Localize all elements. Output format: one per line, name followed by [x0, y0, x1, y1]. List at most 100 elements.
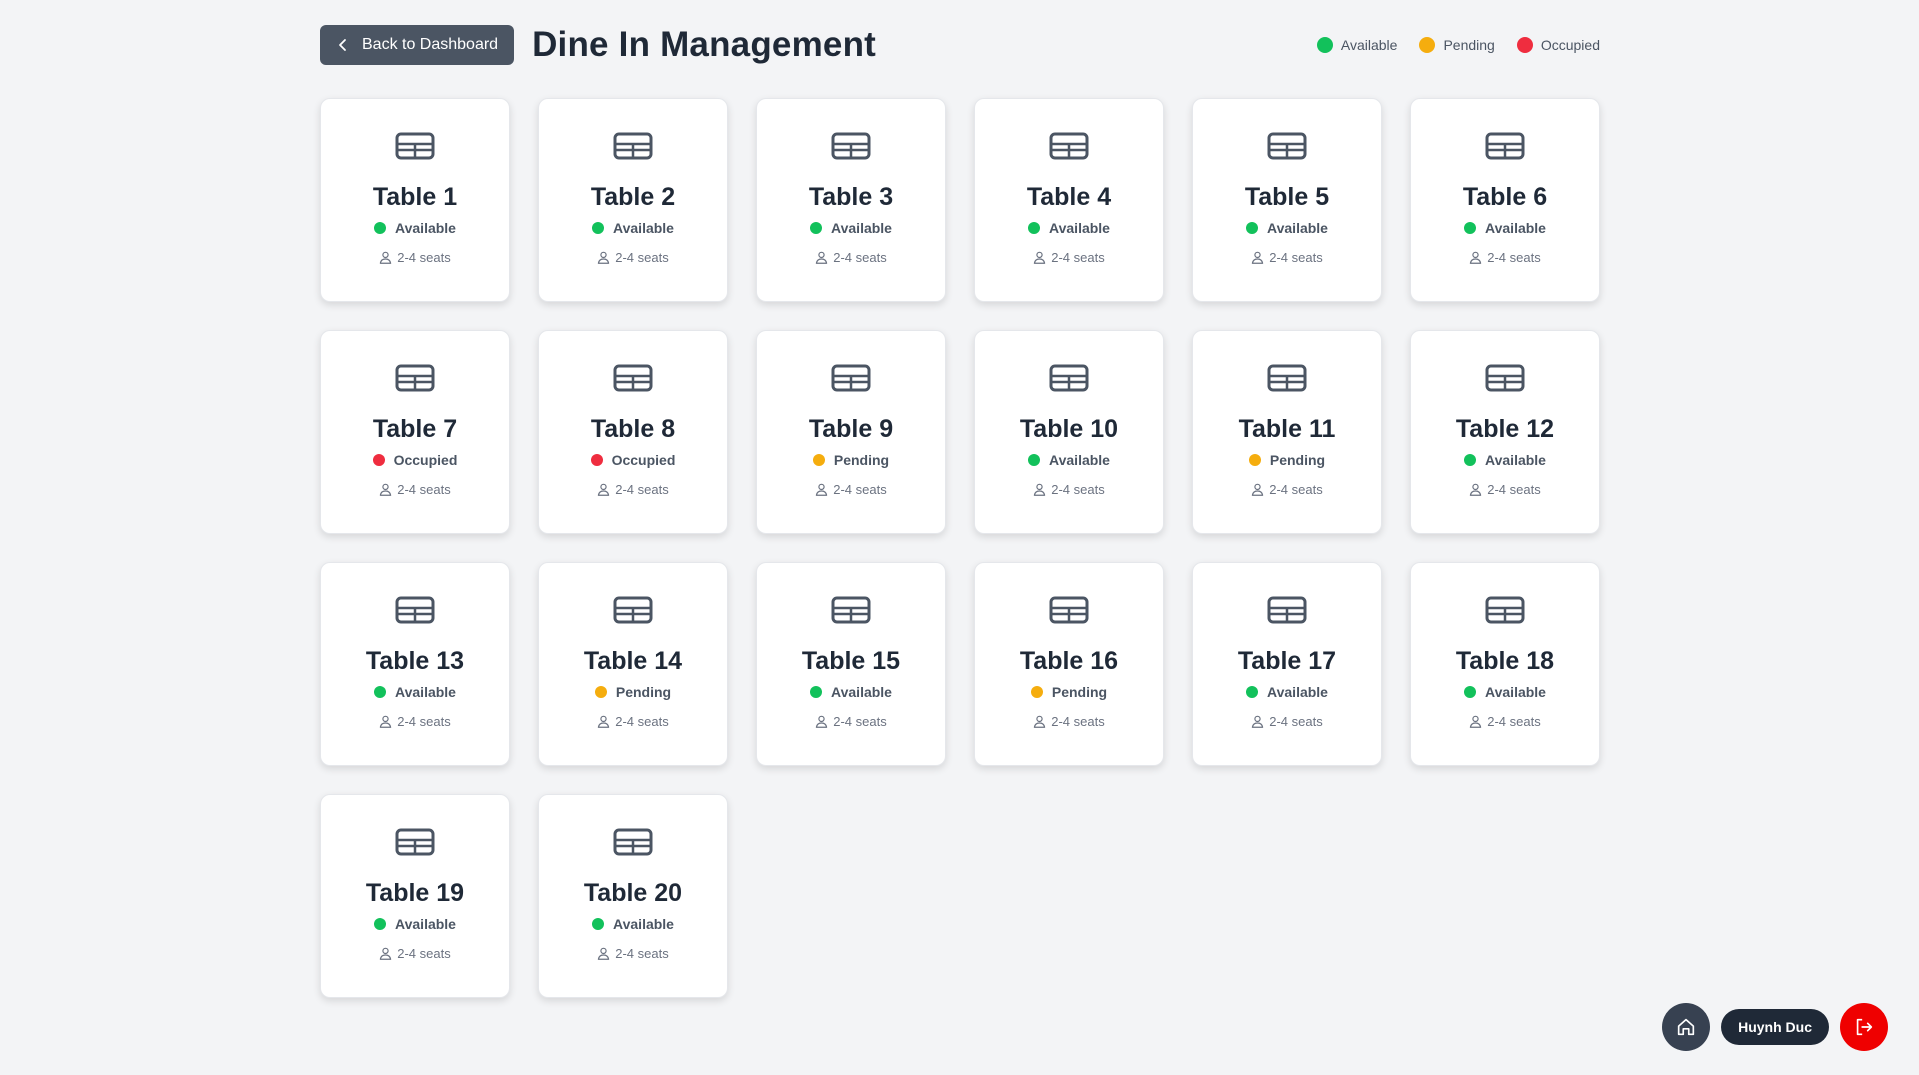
table-name: Table 1 — [372, 183, 458, 211]
status-dot — [592, 918, 605, 930]
status-label: Available — [1267, 684, 1328, 700]
table-status: Available — [592, 916, 674, 932]
table-name: Table 8 — [590, 415, 676, 443]
person-icon — [1470, 715, 1482, 728]
table-card[interactable]: Table 6 Available 2-4 seats — [1410, 98, 1600, 302]
table-seats: 2-4 seats — [1251, 714, 1323, 729]
table-seats: 2-4 seats — [1469, 482, 1541, 497]
person-icon — [816, 483, 828, 496]
table-card[interactable]: Table 15 Available 2-4 seats — [756, 562, 946, 766]
back-to-dashboard-button[interactable]: Back to Dashboard — [320, 25, 515, 65]
page-header: Back to Dashboard Dine In Management Ava… — [320, 24, 1600, 66]
table-name: Table 19 — [365, 879, 465, 907]
status-dot — [1246, 686, 1259, 698]
table-status: Occupied — [372, 452, 458, 468]
seats-label: 2-4 seats — [397, 250, 451, 265]
person-icon — [598, 483, 610, 496]
table-card[interactable]: Table 3 Available 2-4 seats — [756, 98, 946, 302]
status-label: Pending — [1051, 684, 1108, 700]
table-card[interactable]: Table 17 Available 2-4 seats — [1192, 562, 1382, 766]
table-status: Available — [374, 916, 456, 932]
table-card[interactable]: Table 4 Available 2-4 seats — [974, 98, 1164, 302]
seats-label: 2-4 seats — [1487, 250, 1541, 265]
table-name: Table 14 — [583, 647, 683, 675]
table-icon — [395, 596, 435, 624]
back-button-label: Back to Dashboard — [362, 36, 499, 53]
status-dot — [812, 454, 825, 466]
seats-label: 2-4 seats — [1051, 250, 1105, 265]
table-card[interactable]: Table 13 Available 2-4 seats — [320, 562, 510, 766]
legend-label: Available — [1340, 37, 1398, 53]
status-dot — [374, 686, 387, 698]
table-card[interactable]: Table 7 Occupied 2-4 seats — [320, 330, 510, 534]
main-container: Back to Dashboard Dine In Management Ava… — [320, 24, 1600, 998]
status-dot — [372, 454, 385, 466]
table-status: Available — [1464, 452, 1546, 468]
person-icon — [380, 251, 392, 264]
status-label: Available — [831, 220, 892, 236]
seats-label: 2-4 seats — [397, 714, 451, 729]
table-status: Available — [810, 684, 892, 700]
status-dot — [374, 918, 387, 930]
seats-label: 2-4 seats — [615, 250, 669, 265]
table-seats: 2-4 seats — [597, 714, 669, 729]
logout-icon — [1856, 1018, 1873, 1036]
legend-item-available: Available — [1316, 37, 1398, 53]
table-icon — [613, 596, 653, 624]
table-seats: 2-4 seats — [597, 250, 669, 265]
table-card[interactable]: Table 19 Available 2-4 seats — [320, 794, 510, 998]
table-card[interactable]: Table 5 Available 2-4 seats — [1192, 98, 1382, 302]
table-card[interactable]: Table 9 Pending 2-4 seats — [756, 330, 946, 534]
table-name: Table 17 — [1237, 647, 1337, 675]
table-name: Table 5 — [1244, 183, 1330, 211]
table-card[interactable]: Table 14 Pending 2-4 seats — [538, 562, 728, 766]
user-name-badge: Huynh Duc — [1721, 1009, 1829, 1045]
table-seats: 2-4 seats — [379, 482, 451, 497]
person-icon — [816, 715, 828, 728]
status-dot — [1464, 222, 1477, 234]
table-seats: 2-4 seats — [1033, 482, 1105, 497]
page-title: Dine In Management — [532, 25, 877, 64]
person-icon — [1470, 251, 1482, 264]
table-icon — [1049, 596, 1089, 624]
table-card[interactable]: Table 1 Available 2-4 seats — [320, 98, 510, 302]
table-status: Pending — [812, 452, 890, 468]
table-status: Available — [1028, 220, 1110, 236]
status-label: Occupied — [393, 452, 458, 468]
status-dot — [810, 686, 823, 698]
status-dot — [1028, 454, 1041, 466]
seats-label: 2-4 seats — [1487, 714, 1541, 729]
legend-item-pending: Pending — [1419, 37, 1495, 53]
status-label: Pending — [833, 452, 890, 468]
table-card[interactable]: Table 16 Pending 2-4 seats — [974, 562, 1164, 766]
table-card[interactable]: Table 8 Occupied 2-4 seats — [538, 330, 728, 534]
home-icon — [1677, 1018, 1695, 1036]
seats-label: 2-4 seats — [833, 714, 887, 729]
seats-label: 2-4 seats — [833, 250, 887, 265]
table-card[interactable]: Table 12 Available 2-4 seats — [1410, 330, 1600, 534]
status-dot — [1248, 454, 1261, 466]
header-left: Back to Dashboard Dine In Management — [320, 25, 876, 65]
status-label: Available — [1049, 452, 1110, 468]
status-label: Available — [395, 684, 456, 700]
table-card[interactable]: Table 18 Available 2-4 seats — [1410, 562, 1600, 766]
table-card[interactable]: Table 2 Available 2-4 seats — [538, 98, 728, 302]
table-seats: 2-4 seats — [1033, 250, 1105, 265]
table-icon — [831, 364, 871, 392]
table-card[interactable]: Table 11 Pending 2-4 seats — [1192, 330, 1382, 534]
person-icon — [598, 251, 610, 264]
table-card[interactable]: Table 20 Available 2-4 seats — [538, 794, 728, 998]
table-seats: 2-4 seats — [1469, 714, 1541, 729]
table-name: Table 10 — [1019, 415, 1119, 443]
table-card[interactable]: Table 10 Available 2-4 seats — [974, 330, 1164, 534]
status-label: Available — [613, 220, 674, 236]
table-icon — [1485, 596, 1525, 624]
table-name: Table 7 — [372, 415, 458, 443]
person-icon — [1252, 483, 1264, 496]
logout-button[interactable] — [1840, 1003, 1888, 1051]
bottom-action-bar: Huynh Duc — [1662, 1003, 1888, 1051]
status-dot — [590, 454, 603, 466]
home-button[interactable] — [1662, 1003, 1711, 1051]
status-label: Pending — [1269, 452, 1326, 468]
legend-label: Pending — [1443, 37, 1495, 53]
